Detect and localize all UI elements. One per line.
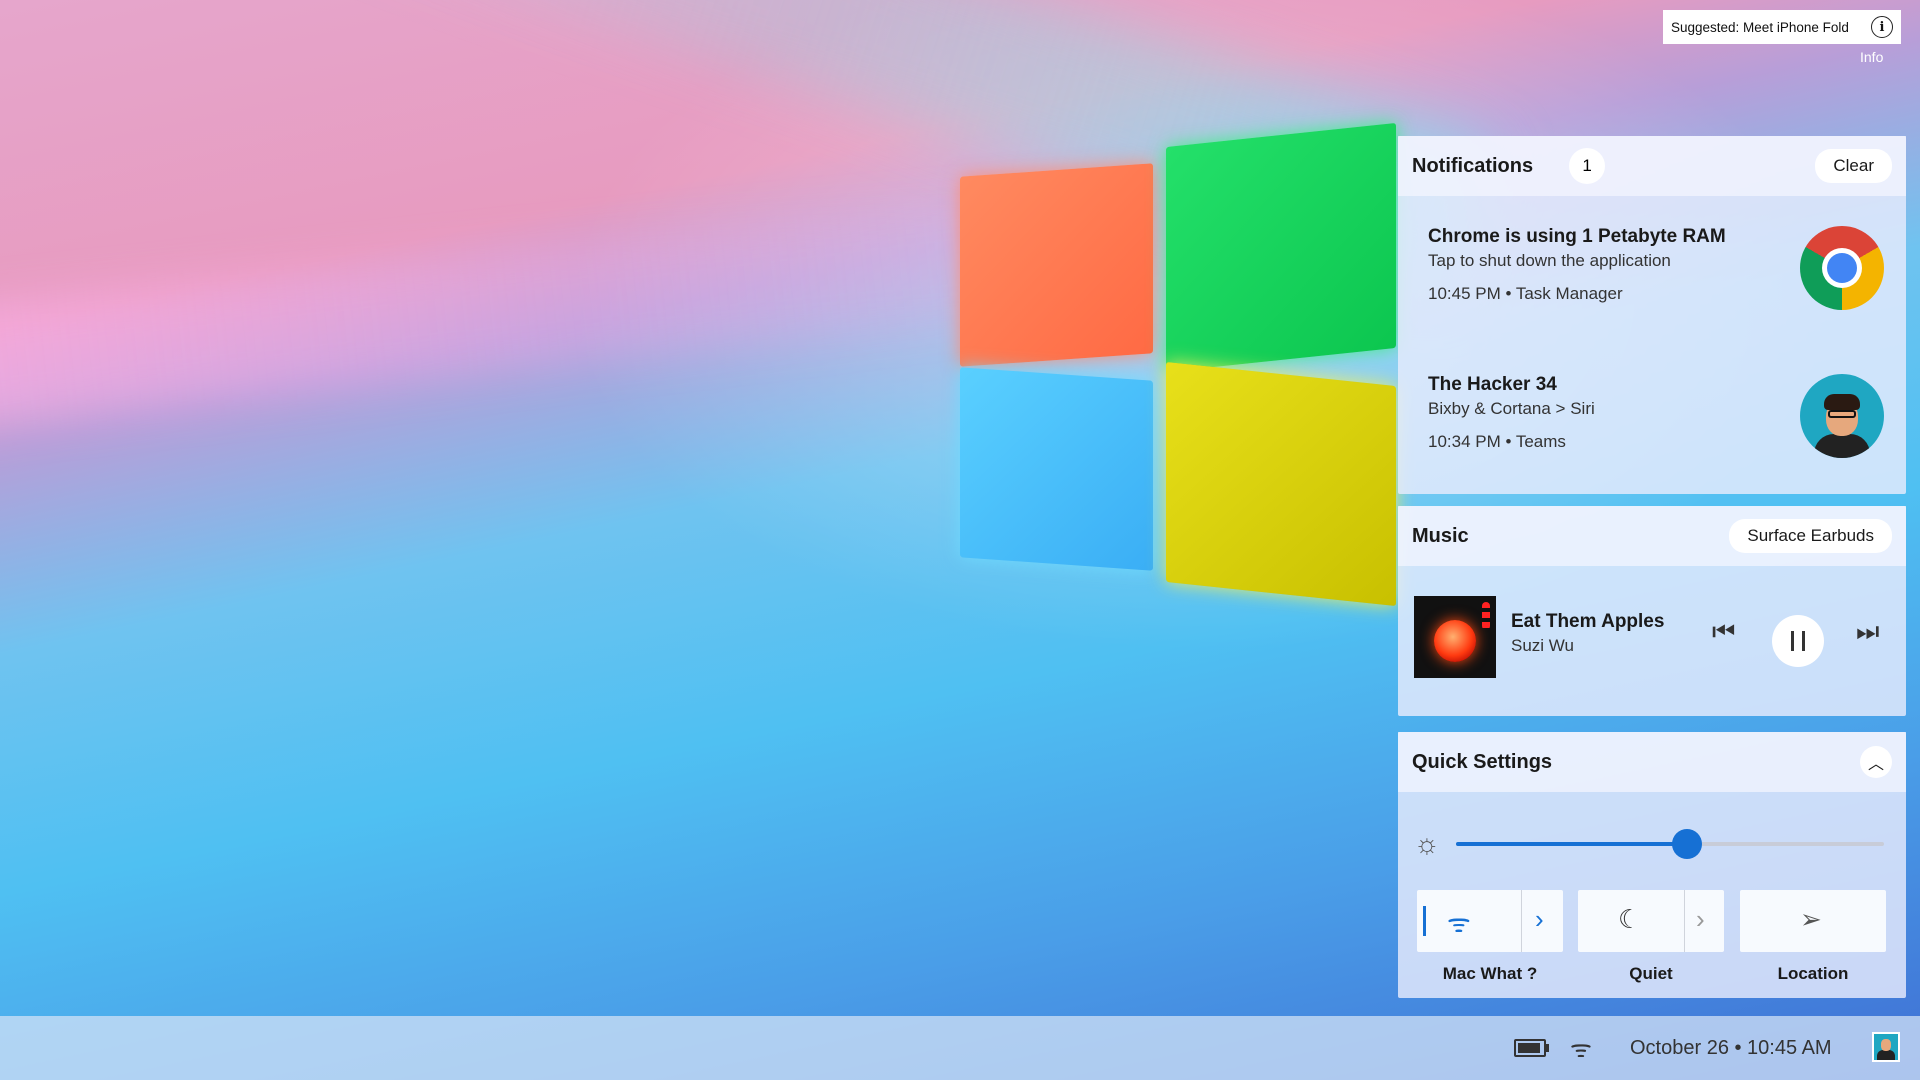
battery-icon[interactable] — [1514, 1039, 1549, 1057]
album-art — [1414, 596, 1496, 678]
notifications-panel: Notifications 1 Clear Chrome is using 1 … — [1398, 136, 1906, 494]
chrome-icon — [1800, 226, 1884, 310]
quick-settings-panel: Quick Settings ︿ ☼ ᯤ › Mac What ? ☾ › Qu… — [1398, 732, 1906, 998]
location-tile-label: Location — [1777, 964, 1849, 983]
notification-count-badge: 1 — [1569, 148, 1606, 184]
notification-title: Chrome is using 1 Petabyte RAM — [1428, 226, 1726, 247]
quiet-tile-label: Quiet — [1629, 964, 1673, 983]
notification-subtitle: Bixby & Cortana > Siri — [1428, 399, 1595, 418]
notification-meta: 10:34 PM • Teams — [1428, 432, 1566, 451]
brightness-slider[interactable] — [1456, 829, 1884, 859]
collapse-chevron-icon[interactable]: ︿ — [1859, 746, 1892, 778]
audio-device-button[interactable]: Surface Earbuds — [1729, 519, 1892, 553]
wifi-tile[interactable]: ᯤ › — [1417, 890, 1563, 952]
info-circle-icon[interactable]: i — [1871, 16, 1893, 38]
suggestion-banner[interactable]: Suggested: Meet iPhone Fold i — [1663, 10, 1901, 44]
quick-settings-title: Quick Settings — [1412, 750, 1553, 773]
quiet-tile[interactable]: ☾ › — [1578, 890, 1724, 952]
clear-button[interactable]: Clear — [1815, 149, 1892, 183]
location-arrow-icon: ➢ — [1800, 904, 1822, 934]
suggestion-text: Suggested: Meet iPhone Fold — [1671, 19, 1849, 35]
user-avatar-icon[interactable] — [1872, 1032, 1900, 1062]
wifi-icon: ᯤ — [1447, 908, 1471, 938]
notifications-header: Notifications 1 Clear — [1398, 136, 1906, 196]
previous-track-icon[interactable]: ⏮ — [1712, 616, 1735, 648]
moon-icon: ☾ — [1618, 904, 1642, 934]
wifi-icon[interactable]: ᯤ — [1570, 1032, 1592, 1065]
music-panel: Music Surface Earbuds Eat Them Apples Su… — [1398, 506, 1906, 716]
info-label[interactable]: Info — [1860, 49, 1883, 65]
quiet-chevron-icon[interactable]: › — [1696, 904, 1705, 935]
taskbar: ᯤ October 26 • 10:45 AM — [0, 1016, 1920, 1080]
notifications-title: Notifications — [1412, 154, 1534, 177]
brightness-sun-icon: ☼ — [1414, 828, 1440, 859]
music-title: Music — [1412, 524, 1469, 547]
avatar-icon — [1800, 374, 1884, 458]
song-artist: Suzi Wu — [1511, 636, 1574, 655]
song-title: Eat Them Apples — [1511, 611, 1665, 632]
brightness-slider-thumb[interactable] — [1672, 829, 1703, 859]
notification-meta: 10:45 PM • Task Manager — [1428, 284, 1623, 303]
wifi-chevron-icon[interactable]: › — [1535, 904, 1544, 935]
taskbar-clock[interactable]: October 26 • 10:45 AM — [1630, 1037, 1832, 1060]
next-track-icon[interactable]: ⏭ — [1856, 616, 1879, 648]
notification-subtitle: Tap to shut down the application — [1428, 251, 1671, 270]
quick-settings-header: Quick Settings ︿ — [1398, 732, 1906, 792]
music-header: Music Surface Earbuds — [1398, 506, 1906, 566]
pause-button[interactable] — [1772, 615, 1824, 667]
notification-title: The Hacker 34 — [1428, 374, 1557, 395]
notification-item[interactable]: The Hacker 34 Bixby & Cortana > Siri 10:… — [1398, 344, 1906, 494]
location-tile[interactable]: ➢ — [1740, 890, 1886, 952]
wifi-tile-label: Mac What ? — [1442, 964, 1538, 983]
notification-item[interactable]: Chrome is using 1 Petabyte RAM Tap to sh… — [1398, 196, 1906, 344]
